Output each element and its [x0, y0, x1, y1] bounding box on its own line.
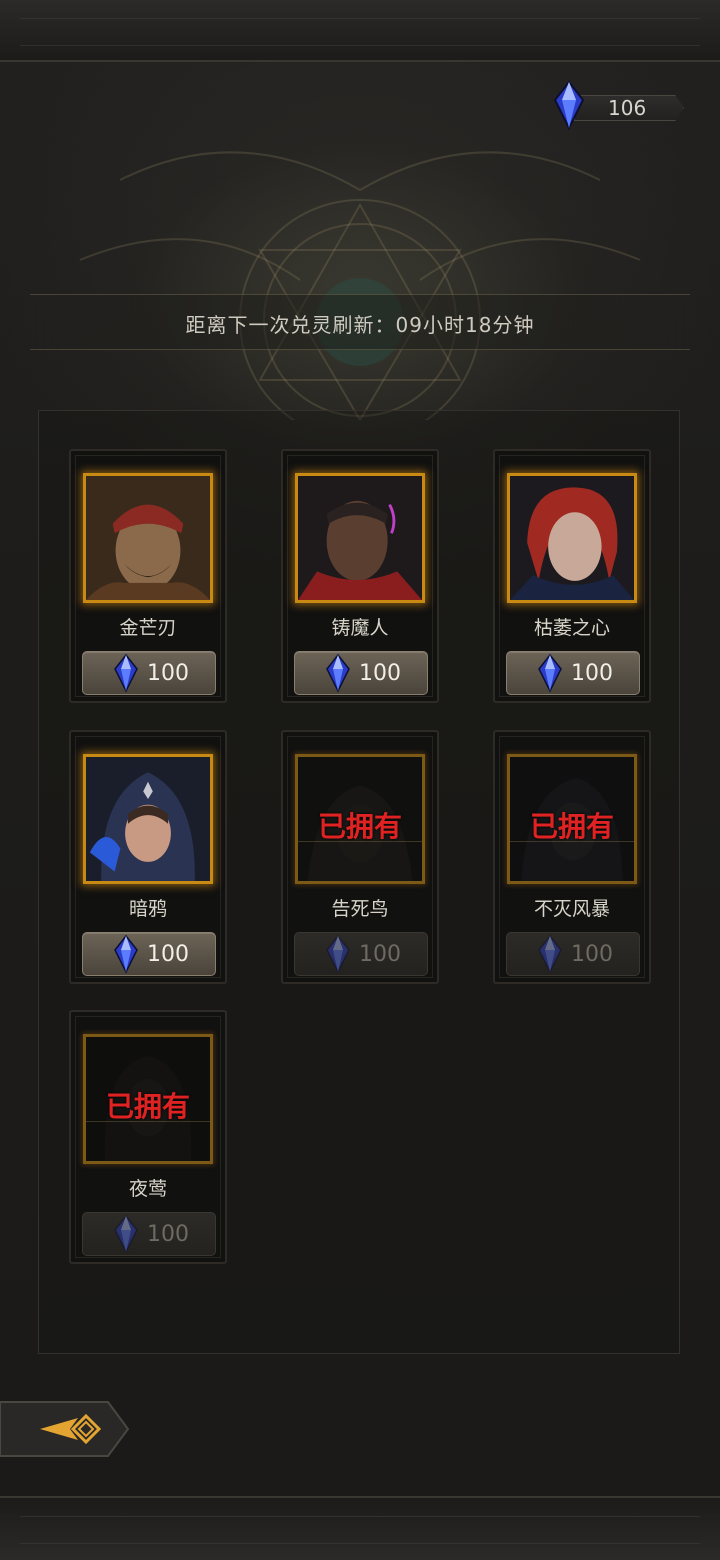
blue-crystal-icon — [538, 653, 562, 693]
price-value: 100 — [147, 1222, 189, 1247]
hero-name: 暗鸦 — [128, 898, 167, 920]
currency-amount: 106 — [608, 96, 647, 120]
hero-name: 不灭风暴 — [533, 898, 610, 920]
hero-portrait: 已拥有 — [295, 754, 425, 884]
hero-card-kuweizhixin[interactable]: 枯萎之心 100 — [493, 449, 651, 703]
hero-portrait — [295, 473, 425, 603]
exchange-screen: 106 距离下一次兑灵刷新：09小时18分钟 金芒刃 100 铸魔人 100 枯… — [0, 0, 720, 1560]
hero-card-jinmangren[interactable]: 金芒刃 100 — [69, 449, 227, 703]
hero-name: 告死鸟 — [331, 898, 389, 920]
hero-portrait — [507, 473, 637, 603]
buy-button-disabled: 100 — [506, 932, 640, 976]
blue-crystal-icon — [114, 934, 138, 974]
top-ornate-border — [0, 0, 720, 62]
hero-name: 枯萎之心 — [533, 617, 610, 639]
refresh-timer-text: 距离下一次兑灵刷新：09小时18分钟 — [185, 313, 535, 337]
blue-crystal-icon — [326, 653, 350, 693]
buy-button[interactable]: 100 — [294, 651, 428, 695]
hero-name: 金芒刃 — [119, 617, 177, 639]
hero-portrait: 已拥有 — [83, 1034, 213, 1164]
hero-card-zhumoren[interactable]: 铸魔人 100 — [281, 449, 439, 703]
owned-label: 已拥有 — [529, 810, 614, 843]
buy-button[interactable]: 100 — [506, 651, 640, 695]
buy-button[interactable]: 100 — [82, 651, 216, 695]
bottom-ornate-border — [0, 1496, 720, 1560]
blue-crystal-icon — [538, 934, 562, 974]
back-button[interactable] — [0, 1398, 130, 1460]
blue-crystal-icon — [114, 653, 138, 693]
currency-display: 106 — [552, 80, 686, 130]
buy-button[interactable]: 100 — [82, 932, 216, 976]
price-value: 100 — [571, 661, 613, 686]
blue-crystal-icon — [326, 934, 350, 974]
owned-label: 已拥有 — [317, 810, 402, 843]
hero-card-bumiefengbao: 已拥有 不灭风暴 100 — [493, 730, 651, 984]
buy-button-disabled: 100 — [82, 1212, 216, 1256]
price-value: 100 — [359, 942, 401, 967]
hero-portrait: 已拥有 — [507, 754, 637, 884]
hero-portrait — [83, 473, 213, 603]
price-value: 100 — [359, 661, 401, 686]
price-value: 100 — [147, 661, 189, 686]
refresh-timer-band: 距离下一次兑灵刷新：09小时18分钟 — [30, 294, 690, 350]
price-value: 100 — [147, 942, 189, 967]
buy-button-disabled: 100 — [294, 932, 428, 976]
owned-label: 已拥有 — [105, 1090, 190, 1123]
hero-card-yeying: 已拥有 夜莺 100 — [69, 1010, 227, 1264]
hero-card-anya[interactable]: 暗鸦 100 — [69, 730, 227, 984]
price-value: 100 — [571, 942, 613, 967]
blue-crystal-icon — [553, 80, 585, 130]
hero-card-gaisiniao: 已拥有 告死鸟 100 — [281, 730, 439, 984]
blue-crystal-icon — [114, 1214, 138, 1254]
hero-name: 铸魔人 — [331, 617, 389, 639]
hero-portrait — [83, 754, 213, 884]
hero-name: 夜莺 — [128, 1178, 167, 1200]
